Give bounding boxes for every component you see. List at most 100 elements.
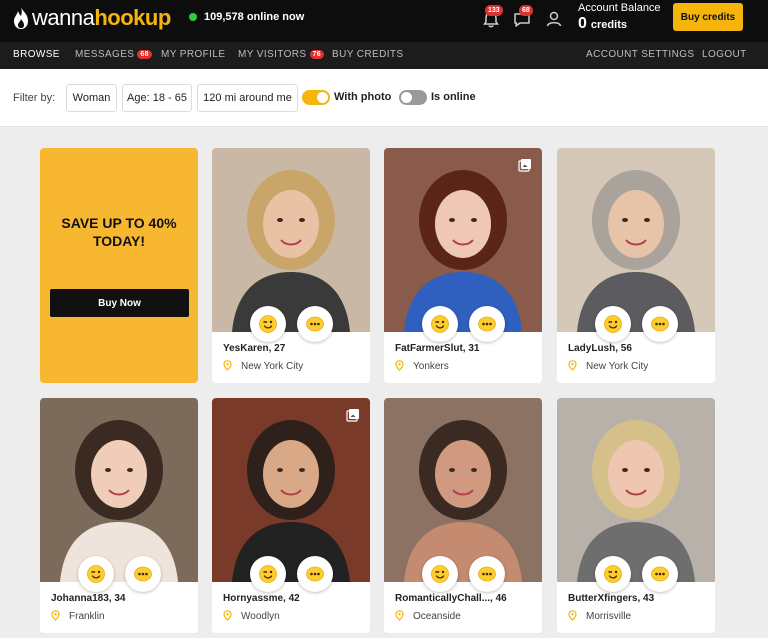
toggle-knob — [317, 92, 328, 103]
filter-bar: Filter by: Woman Age: 18 - 65 120 mi aro… — [0, 69, 768, 127]
profile-city: Oceanside — [413, 611, 461, 622]
logo-text: wannahookup — [32, 5, 171, 30]
profile-photo[interactable] — [557, 148, 715, 332]
profile-photo[interactable] — [384, 398, 542, 582]
profile-card[interactable]: LadyLush, 56 New York City — [557, 148, 715, 383]
location-pin-icon — [51, 610, 60, 621]
chat-button[interactable] — [125, 556, 161, 592]
wink-emoji-icon — [431, 315, 449, 333]
main-nav: BROWSE MESSAGES 68 MY PROFILE MY VISITORS… — [0, 42, 768, 69]
top-header: wannahookup 109,578 online now 133 68 Ac… — [0, 0, 768, 42]
profile-city: New York City — [586, 361, 649, 372]
location-pin-icon — [223, 360, 232, 371]
profile-city: Morrisville — [586, 611, 631, 622]
profile-name[interactable]: ButterXfingers, 43 — [568, 593, 654, 604]
profile-name[interactable]: RomanticallyChall..., 46 — [395, 593, 507, 604]
profile-name[interactable]: Johanna183, 34 — [51, 593, 125, 604]
with-photo-label: With photo — [334, 91, 392, 103]
profile-card[interactable]: Johanna183, 34 Franklin — [40, 398, 198, 633]
profile-city: New York City — [241, 361, 304, 372]
chat-button[interactable] — [297, 556, 333, 592]
profile-photo[interactable] — [212, 398, 370, 582]
messages-badge: 68 — [519, 5, 533, 16]
gallery-icon — [518, 158, 532, 172]
profile-photo[interactable] — [40, 398, 198, 582]
filter-label: Filter by: — [13, 92, 56, 104]
online-dot-icon — [189, 13, 197, 21]
profile-name[interactable]: Hornyassme, 42 — [223, 593, 300, 604]
profile-card[interactable]: FatFarmerSlut, 31 Yonkers — [384, 148, 542, 383]
wink-emoji-icon — [604, 565, 622, 583]
chat-dots-icon — [651, 316, 669, 332]
user-icon — [546, 11, 562, 27]
location-pin-icon — [568, 360, 577, 371]
profile-card[interactable]: YesKaren, 27 New York City — [212, 148, 370, 383]
chat-button[interactable] — [642, 556, 678, 592]
photo-placeholder — [212, 148, 370, 332]
distance-filter[interactable]: 120 mi around me — [197, 84, 298, 112]
nav-buy-credits[interactable]: BUY CREDITS — [332, 49, 403, 60]
wink-emoji-icon — [259, 315, 277, 333]
notifications-button[interactable]: 133 — [481, 5, 503, 29]
nav-browse[interactable]: BROWSE — [13, 49, 60, 60]
photo-placeholder — [384, 148, 542, 332]
messages-button[interactable]: 68 — [512, 5, 533, 29]
buy-credits-button[interactable]: Buy credits — [673, 3, 743, 31]
age-filter[interactable]: Age: 18 - 65 — [122, 84, 192, 112]
wink-button[interactable] — [595, 306, 631, 342]
profile-photo[interactable] — [384, 148, 542, 332]
nav-account-settings[interactable]: ACCOUNT SETTINGS — [586, 49, 694, 60]
wink-emoji-icon — [259, 565, 277, 583]
profile-name[interactable]: FatFarmerSlut, 31 — [395, 343, 479, 354]
location-pin-icon — [223, 610, 232, 621]
nav-my-profile[interactable]: MY PROFILE — [161, 49, 225, 60]
profile-name[interactable]: LadyLush, 56 — [568, 343, 632, 354]
chat-dots-icon — [478, 566, 496, 582]
visitors-count-badge: 76 — [309, 50, 325, 59]
chat-button[interactable] — [297, 306, 333, 342]
chat-dots-icon — [306, 566, 324, 582]
wink-emoji-icon — [604, 315, 622, 333]
profile-photo[interactable] — [212, 148, 370, 332]
nav-my-visitors[interactable]: MY VISITORS 76 — [238, 49, 325, 60]
profile-card[interactable]: Hornyassme, 42 Woodlyn — [212, 398, 370, 633]
online-count: 109,578 online now — [189, 11, 304, 23]
profile-name[interactable]: YesKaren, 27 — [223, 343, 285, 354]
profile-photo[interactable] — [557, 398, 715, 582]
logo[interactable]: wannahookup — [12, 5, 171, 31]
messages-count-badge: 68 — [137, 50, 152, 59]
gallery-icon — [346, 408, 360, 422]
chat-button[interactable] — [469, 306, 505, 342]
chat-dots-icon — [306, 316, 324, 332]
photo-placeholder — [557, 148, 715, 332]
buy-now-button[interactable]: Buy Now — [50, 289, 189, 317]
is-online-toggle[interactable] — [399, 90, 427, 105]
wink-button[interactable] — [422, 306, 458, 342]
profile-card[interactable]: RomanticallyChall..., 46 Oceanside — [384, 398, 542, 633]
wink-button[interactable] — [78, 556, 114, 592]
chat-button[interactable] — [469, 556, 505, 592]
toggle-knob — [401, 92, 412, 103]
profile-city: Yonkers — [413, 361, 449, 372]
promo-card: SAVE UP TO 40% TODAY! Buy Now — [40, 148, 198, 383]
wink-button[interactable] — [595, 556, 631, 592]
wink-emoji-icon — [431, 565, 449, 583]
wink-button[interactable] — [422, 556, 458, 592]
gender-filter[interactable]: Woman — [66, 84, 117, 112]
location-pin-icon — [395, 610, 404, 621]
notifications-badge: 133 — [485, 5, 503, 16]
chat-dots-icon — [478, 316, 496, 332]
wink-button[interactable] — [250, 306, 286, 342]
wink-emoji-icon — [87, 565, 105, 583]
chat-dots-icon — [134, 566, 152, 582]
with-photo-toggle[interactable] — [302, 90, 330, 105]
wink-button[interactable] — [250, 556, 286, 592]
profile-city: Franklin — [69, 611, 105, 622]
chat-button[interactable] — [642, 306, 678, 342]
profile-card[interactable]: ButterXfingers, 43 Morrisville — [557, 398, 715, 633]
profile-city: Woodlyn — [241, 611, 280, 622]
photo-placeholder — [40, 398, 198, 582]
profile-button[interactable] — [544, 9, 564, 29]
nav-logout[interactable]: LOGOUT — [702, 49, 747, 60]
nav-messages[interactable]: MESSAGES 68 — [75, 49, 152, 60]
